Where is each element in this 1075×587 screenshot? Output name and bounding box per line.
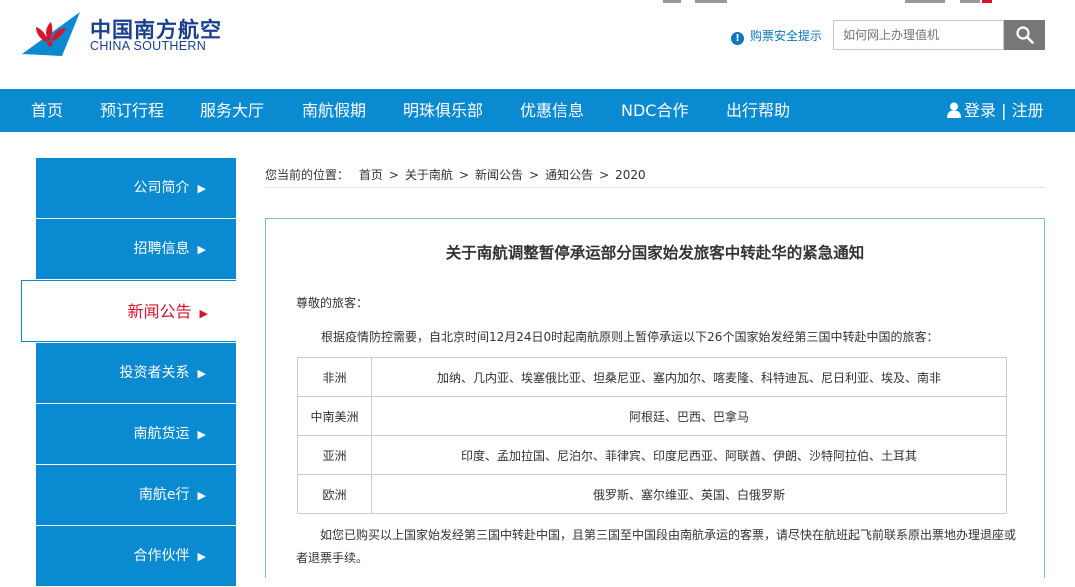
triangle-right-icon: ▶ [197, 428, 206, 441]
sidebar-item-label: 南航e行 [138, 487, 190, 503]
triangle-right-icon: ▶ [197, 243, 206, 256]
nav-item-travel-help[interactable]: 出行帮助 [726, 89, 790, 132]
china-southern-logo[interactable]: 中国南方航空 CHINA SOUTHERN [22, 12, 222, 56]
user-icon [947, 102, 961, 118]
nav-item-service-hall[interactable]: 服务大厅 [200, 89, 264, 132]
top-utility-bar-fragment [655, 0, 995, 4]
table-row: 非洲 加纳、几内亚、埃塞俄比亚、坦桑尼亚、塞内加尔、喀麦隆、科特迪瓦、尼日利亚、埃… [297, 357, 1007, 397]
ticket-safety-tip-link[interactable]: ! 购票安全提示 [731, 27, 822, 45]
breadcrumb-item[interactable]: 2020 [615, 168, 646, 182]
sidebar-item-cargo[interactable]: 南航货运 ▶ [36, 404, 236, 464]
region-cell: 亚洲 [297, 435, 372, 475]
exclamation-icon: ! [731, 32, 744, 45]
login-register-link[interactable]: 登录 | 注册 [947, 89, 1044, 132]
breadcrumb-divider [265, 187, 1045, 188]
sidebar-item-label: 新闻公告 [127, 302, 192, 321]
breadcrumb-item[interactable]: 通知公告 [545, 168, 593, 182]
region-cell: 欧洲 [297, 474, 372, 514]
article-paragraph-text: 如您已购买以上国家始发经第三国中转赴中国，且第三国至中国段由南航承运的客票，请尽… [296, 528, 1017, 565]
countries-cell: 印度、孟加拉国、尼泊尔、菲律宾、印度尼西亚、阿联酋、伊朗、沙特阿拉伯、土耳其 [371, 435, 1007, 475]
search-button[interactable] [1004, 20, 1045, 50]
country-table: 非洲 加纳、几内亚、埃塞俄比亚、坦桑尼亚、塞内加尔、喀麦隆、科特迪瓦、尼日利亚、埃… [297, 357, 1007, 514]
nav-item-home[interactable]: 首页 [31, 89, 63, 132]
nav-item-ndc[interactable]: NDC合作 [621, 89, 688, 132]
sidebar-item-label: 合作伙伴 [133, 548, 190, 564]
triangle-right-icon: ▶ [197, 550, 206, 563]
kapok-flower-logo-icon [22, 12, 80, 56]
table-row: 亚洲 印度、孟加拉国、尼泊尔、菲律宾、印度尼西亚、阿联酋、伊朗、沙特阿拉伯、土耳其 [297, 435, 1007, 475]
countries-cell: 阿根廷、巴西、巴拿马 [371, 396, 1007, 436]
brand-name-en: CHINA SOUTHERN [90, 39, 207, 53]
breadcrumb: 您当前的位置： 首页 > 关于南航 > 新闻公告 > 通知公告 >2020 [265, 168, 646, 182]
sidebar-item-label: 公司简介 [133, 180, 190, 196]
site-header: 中国南方航空 CHINA SOUTHERN ! 购票安全提示 [0, 0, 1075, 89]
nav-item-promotions[interactable]: 优惠信息 [520, 89, 584, 132]
sidebar-item-investor-relations[interactable]: 投资者关系 ▶ [36, 343, 236, 403]
triangle-right-icon: ▶ [197, 182, 206, 195]
ticket-safety-tip-label: 购票安全提示 [750, 29, 823, 43]
table-row: 中南美洲 阿根廷、巴西、巴拿马 [297, 396, 1007, 436]
breadcrumb-item[interactable]: 新闻公告 [475, 168, 523, 182]
countries-cell: 加纳、几内亚、埃塞俄比亚、坦桑尼亚、塞内加尔、喀麦隆、科特迪瓦、尼日利亚、埃及、… [371, 357, 1007, 397]
sidebar-item-label: 招聘信息 [133, 241, 190, 257]
sidebar-item-label: 投资者关系 [119, 365, 190, 381]
login-register-label: 登录 | 注册 [964, 101, 1044, 120]
triangle-right-icon: ▶ [197, 489, 206, 502]
nav-item-pearl-club[interactable]: 明珠俱乐部 [403, 89, 483, 132]
table-row: 欧洲 俄罗斯、塞尔维亚、英国、白俄罗斯 [297, 474, 1007, 514]
article-greeting: 尊敬的旅客： [296, 296, 369, 310]
countries-cell: 俄罗斯、塞尔维亚、英国、白俄罗斯 [371, 474, 1007, 514]
sidebar-item-label: 南航货运 [133, 426, 190, 442]
nav-item-booking[interactable]: 预订行程 [100, 89, 164, 132]
nav-item-holidays[interactable]: 南航假期 [302, 89, 366, 132]
region-cell: 非洲 [297, 357, 372, 397]
sidebar-item-e-travel[interactable]: 南航e行 ▶ [36, 465, 236, 525]
article-title: 关于南航调整暂停承运部分国家始发旅客中转赴华的紧急通知 [445, 244, 865, 262]
breadcrumb-item[interactable]: 关于南航 [405, 168, 453, 182]
breadcrumb-item[interactable]: 首页 [359, 168, 383, 182]
search-input[interactable] [833, 20, 1004, 50]
region-cell: 中南美洲 [297, 396, 372, 436]
triangle-right-icon: ▶ [199, 307, 208, 320]
main-nav: 首页 预订行程 服务大厅 南航假期 明珠俱乐部 优惠信息 NDC合作 出行帮助 … [0, 89, 1075, 132]
article-panel: 关于南航调整暂停承运部分国家始发旅客中转赴华的紧急通知 尊敬的旅客： 根据疫情防… [265, 218, 1045, 578]
sidebar-item-company-profile[interactable]: 公司简介 ▶ [36, 158, 236, 218]
search-icon [1016, 26, 1034, 44]
sidebar-item-careers[interactable]: 招聘信息 ▶ [36, 219, 236, 279]
sidebar-item-news[interactable]: 新闻公告 ▶ [21, 280, 236, 342]
breadcrumb-prefix: 您当前的位置： [265, 168, 350, 182]
triangle-right-icon: ▶ [197, 367, 206, 380]
article-paragraph: 如您已购买以上国家始发经第三国中转赴中国，且第三国至中国段由南航承运的客票，请尽… [296, 524, 1016, 570]
article-paragraph: 根据疫情防控需要，自北京时间12月24日0时起南航原则上暂停承运以下26个国家始… [321, 330, 939, 344]
sidebar-item-partners[interactable]: 合作伙伴 ▶ [36, 526, 236, 586]
